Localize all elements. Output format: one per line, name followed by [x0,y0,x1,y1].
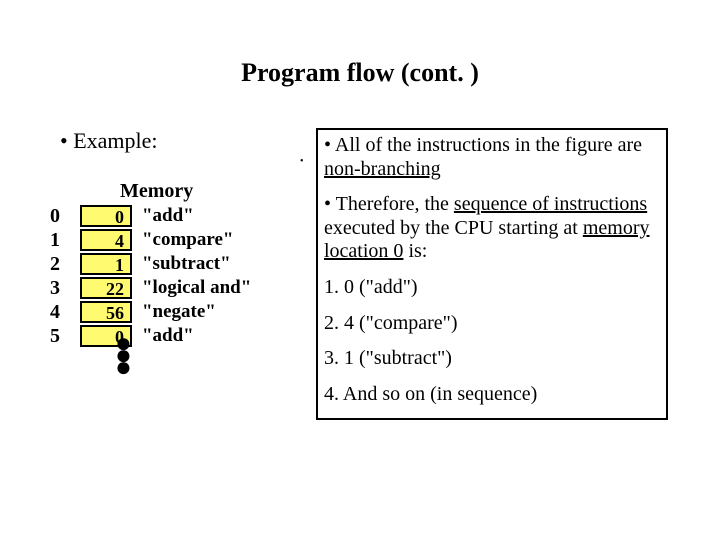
memory-address: 1 [50,228,80,252]
memory-mnemonic: "compare" [132,228,252,252]
info-para-2: • Therefore, the sequence of instruction… [324,193,660,264]
info-step-1: 1. 0 ("add") [324,276,660,300]
memory-row: 1 4 "compare" [50,228,252,252]
info-step-2: 2. 4 ("compare") [324,312,660,336]
memory-row: 4 56 "negate" [50,300,252,324]
stray-dot-icon: • [300,156,304,167]
memory-address: 4 [50,300,80,324]
underlined-text: non-branching [324,158,441,180]
memory-header: Memory [120,180,193,203]
memory-row: 3 22 "logical and" [50,276,252,300]
memory-value: 4 [80,229,132,251]
memory-address: 5 [50,324,80,348]
memory-value: 22 [80,277,132,299]
memory-row: 5 0 "add" [50,324,252,348]
memory-value: 0 [80,205,132,227]
memory-value: 56 [80,301,132,323]
info-step-3: 3. 1 ("subtract") [324,347,660,371]
info-step-4: 4. And so on (in sequence) [324,383,660,407]
memory-mnemonic: "add" [132,204,252,228]
memory-mnemonic: "subtract" [132,252,252,276]
memory-row: 2 1 "subtract" [50,252,252,276]
underlined-text: sequence of instructions [454,193,647,215]
ellipsis-icon: ●●● [115,340,132,376]
memory-mnemonic: "logical and" [132,276,252,300]
text: is: [403,240,427,262]
info-para-1: • All of the instructions in the figure … [324,134,660,181]
memory-value: 1 [80,253,132,275]
text: • Therefore, the [324,193,454,215]
memory-row: 0 0 "add" [50,204,252,228]
explanation-box: • All of the instructions in the figure … [316,128,668,420]
memory-mnemonic: "negate" [132,300,252,324]
slide-title: Program flow (cont. ) [0,0,720,88]
memory-address: 0 [50,204,80,228]
text: executed by the CPU starting at [324,217,583,239]
memory-address: 3 [50,276,80,300]
text: • All of the instructions in the figure … [324,134,642,156]
memory-table: 0 0 "add" 1 4 "compare" 2 1 "subtract" 3… [50,204,252,348]
memory-mnemonic: "add" [132,324,252,348]
example-bullet: • Example: [60,128,158,154]
memory-address: 2 [50,252,80,276]
